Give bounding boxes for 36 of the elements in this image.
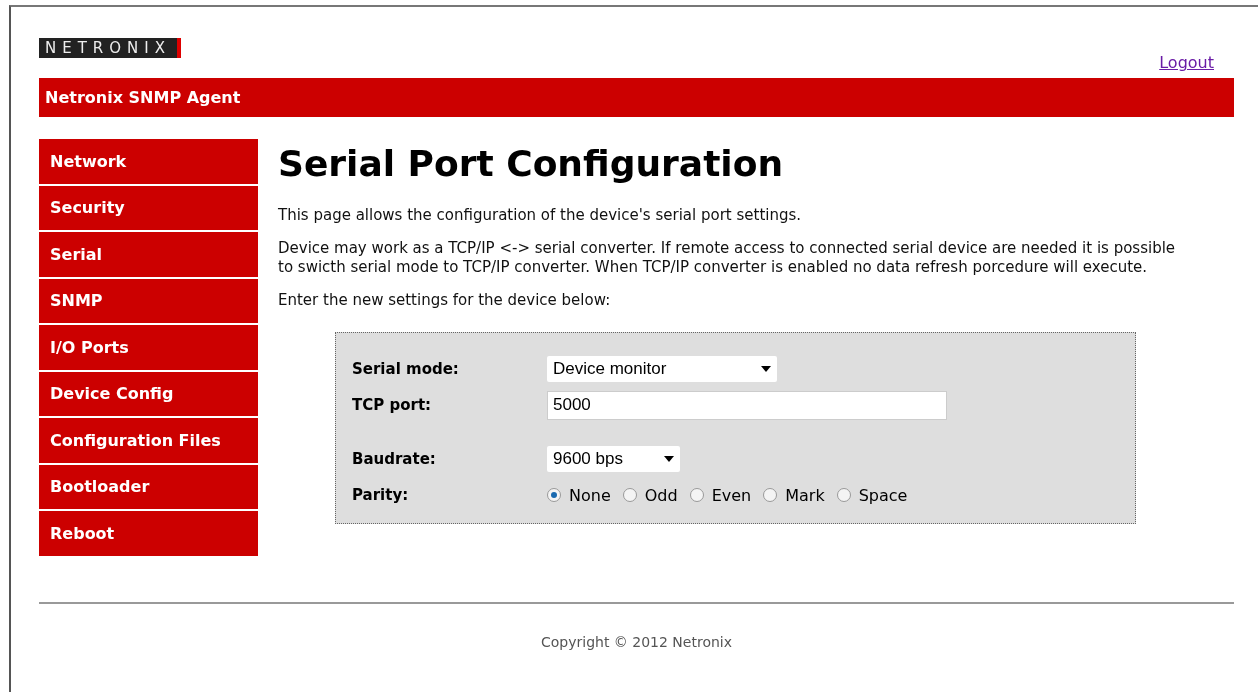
radio-label: Even [711, 485, 752, 505]
sidebar-item[interactable]: Reboot [39, 511, 258, 556]
sidebar-item[interactable]: Bootloader [39, 464, 258, 509]
header-title: Netronix SNMP Agent [45, 88, 241, 107]
radio-label: Mark [785, 485, 825, 505]
radio-button[interactable] [689, 488, 704, 502]
input-field[interactable]: 5000 [547, 390, 947, 420]
sidebar-item[interactable]: I/O Ports [39, 325, 258, 370]
paragraph: This page allows the configuration of the device's serial port settings. [278, 206, 803, 225]
copyright-text: Copyright © 2012 Netronix [541, 633, 732, 650]
sidebar-item[interactable]: SNMP [39, 278, 258, 323]
field-label: TCP port: [352, 396, 433, 414]
logo: NETRONIX [39, 38, 181, 58]
logout-link[interactable]: Logout [1159, 53, 1214, 72]
radio-label: Odd [644, 485, 678, 505]
field-label: Serial mode: [352, 360, 460, 378]
dropdown-caret-icon [664, 456, 674, 462]
radio-label: Space [858, 485, 908, 505]
radio-button[interactable] [763, 488, 778, 502]
dropdown[interactable]: 9600 bps [547, 446, 680, 472]
field-label: Baudrate: [352, 450, 437, 468]
sidebar-item[interactable]: Serial [39, 232, 258, 277]
radio-button[interactable] [547, 488, 561, 502]
radio-button[interactable] [622, 488, 637, 502]
paragraph: Enter the new settings for the device below: [278, 291, 612, 310]
paragraph: Device may work as a TCP/IP <-> serial converter. If remote access to connected serial device are needed it is possible to swicth serial mode to TCP/IP converter. When TCP/IP converter is enabled no data refresh porcedure will execute. [278, 239, 1177, 277]
dropdown[interactable]: Device monitor [547, 356, 777, 382]
page-title: Serial Port Configuration [278, 143, 785, 184]
sidebar-item[interactable]: Device Config [39, 371, 258, 416]
radio-label: None [569, 485, 611, 505]
dropdown-caret-icon [761, 366, 771, 372]
sidebar-item[interactable]: Network [39, 139, 258, 184]
radio-button[interactable] [836, 488, 851, 502]
field-label: Parity: [352, 486, 410, 504]
sidebar-item[interactable]: Security [39, 185, 258, 230]
sidebar-item[interactable]: Configuration Files [39, 418, 258, 463]
